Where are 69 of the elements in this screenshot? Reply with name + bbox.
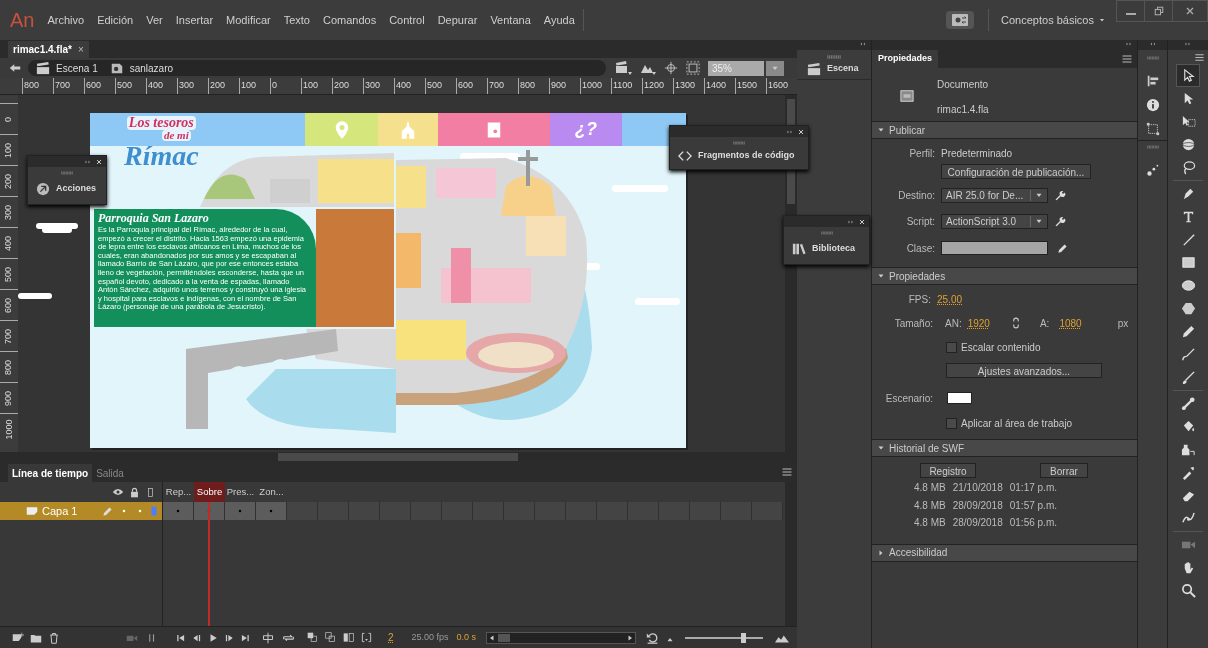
field-label: AN: xyxy=(945,316,962,331)
ruler-label: 300 xyxy=(363,78,394,94)
ruler-label: 1400 xyxy=(704,78,735,94)
layer-name: Capa 1 xyxy=(42,503,79,519)
ruler-label: 900 xyxy=(549,78,580,94)
ruler-label: 800 xyxy=(4,359,14,375)
checkbox-label: Aplicar al área de trabajo xyxy=(961,416,1073,431)
logo-text: Los tesoros xyxy=(126,116,196,130)
checkbox-label: Escalar contenido xyxy=(961,340,1041,355)
ruler-label: 1000 xyxy=(4,419,14,439)
field-label: Destino: xyxy=(897,188,935,203)
field-label: A: xyxy=(1039,316,1050,331)
ruler-label: 900 xyxy=(4,390,14,406)
ruler-label: 300 xyxy=(4,204,14,220)
ruler-label: 100 xyxy=(301,78,332,94)
ruler-label: 1000 xyxy=(580,78,611,94)
ruler-label: 100 xyxy=(239,78,270,94)
info-card-title: Parroquia San Lazaro xyxy=(98,211,210,225)
time-text: 01:56 p.m. xyxy=(1009,516,1057,531)
field-label: Escenario: xyxy=(884,391,933,406)
ruler-label: 600 xyxy=(84,78,115,94)
frame-label: Sobre xyxy=(194,482,225,502)
document-type-label: Documento xyxy=(937,78,989,92)
frame-label: Rep... xyxy=(164,485,193,499)
ruler-label: 1100 xyxy=(611,78,642,94)
ruler-label: 700 xyxy=(4,328,14,344)
ruler-label: 800 xyxy=(518,78,549,94)
ruler-label: 700 xyxy=(53,78,84,94)
ruler-label: 200 xyxy=(4,173,14,189)
ruler-label: 0 xyxy=(4,116,14,122)
field-label: Script: xyxy=(905,214,935,229)
file-size: 4.8 MB xyxy=(914,498,946,513)
ruler-label: 400 xyxy=(146,78,177,94)
ruler-label: 200 xyxy=(208,78,239,94)
file-size: 4.8 MB xyxy=(914,516,946,531)
logo-text: de mi xyxy=(161,130,191,141)
document-file-name: rimac1.4.fla xyxy=(937,103,989,117)
date-text: 28/09/2018 xyxy=(952,498,1003,513)
ruler-label: 700 xyxy=(487,78,518,94)
logo-text: Rímac xyxy=(124,142,199,170)
app-logo: An xyxy=(10,10,35,30)
ruler-label: 500 xyxy=(4,266,14,282)
file-size: 4.8 MB xyxy=(914,481,946,496)
ruler-label: 0 xyxy=(270,78,301,94)
ruler-label: 500 xyxy=(115,78,146,94)
profile-value: Predeterminado xyxy=(941,146,1013,161)
ruler-label: 300 xyxy=(177,78,208,94)
ruler-label: 800 xyxy=(22,78,53,94)
time-text: 01:17 p.m. xyxy=(1009,481,1057,496)
ruler-label: 400 xyxy=(4,235,14,251)
ruler-label: 100 xyxy=(4,142,14,158)
field-label: Perfil: xyxy=(908,146,935,161)
date-text: 21/10/2018 xyxy=(952,481,1003,496)
ruler-label: 600 xyxy=(4,297,14,313)
unit-label: px xyxy=(1117,316,1129,331)
ruler-label: 400 xyxy=(394,78,425,94)
field-label: Clase: xyxy=(905,241,935,256)
ruler-label: 200 xyxy=(332,78,363,94)
ruler-label: 1200 xyxy=(642,78,673,94)
frame-label: Zon... xyxy=(258,485,285,499)
ruler-label: 1300 xyxy=(673,78,704,94)
ruler-label: 1500 xyxy=(735,78,766,94)
ruler-label: 500 xyxy=(425,78,456,94)
date-text: 28/09/2018 xyxy=(952,516,1003,531)
frame-label: Pres... xyxy=(225,485,256,499)
time-text: 01:57 p.m. xyxy=(1009,498,1057,513)
field-label: FPS: xyxy=(907,292,931,307)
ruler-label: 600 xyxy=(456,78,487,94)
field-label: Tamaño: xyxy=(893,316,933,331)
